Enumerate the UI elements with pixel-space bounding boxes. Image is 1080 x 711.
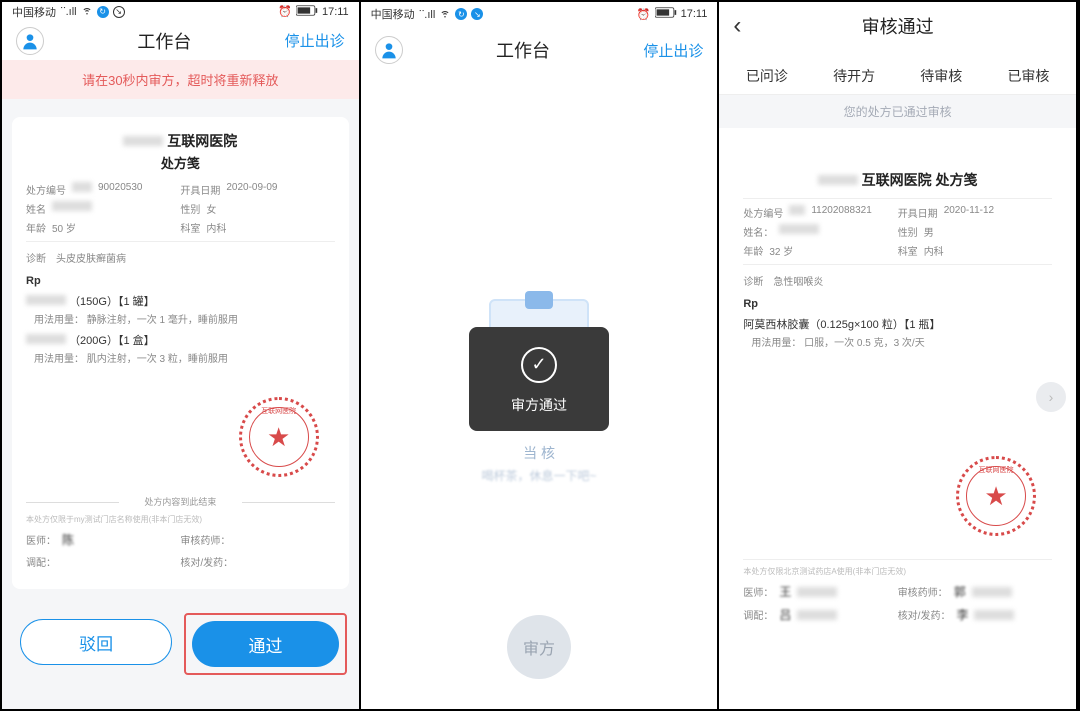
prescription-card: 互联网医院 处方笺 处方编号90020530 开具日期2020-09-09 姓名…	[12, 117, 349, 589]
review-fab[interactable]: 审方	[507, 615, 571, 679]
approve-highlight: 通过	[184, 613, 346, 675]
check-icon: ✓	[521, 347, 557, 383]
app-header: 工作台 停止出诊	[2, 21, 359, 60]
stop-duty-link[interactable]: 停止出诊	[643, 40, 703, 61]
carrier-label: 中国移动	[371, 6, 415, 22]
signal-icon: ᐝᐝ.ıll	[419, 8, 436, 21]
prescription-card: 互联网医院 处方笺 处方编号11202088321 开具日期2020-11-12…	[729, 156, 1066, 643]
screen-1-workbench: 中国移动 ᐝᐝ.ıll ↻ ↘ ⏰ 17:11 工作台 停止出诊 请在30秒内审…	[2, 2, 361, 709]
screen-2-toast: 中国移动 ᐝᐝ.ıll ↻ ↘ ⏰ 17:11 工作台 停止出诊	[361, 2, 720, 709]
avatar[interactable]	[375, 36, 403, 64]
rx-end-marker: 处方内容到此结束	[26, 495, 335, 508]
status-bar: 中国移动 ᐝᐝ.ıll ↻ ↘ ⏰ 17:11	[361, 2, 718, 26]
next-fab[interactable]: ›	[1036, 382, 1066, 412]
stop-duty-link[interactable]: 停止出诊	[285, 30, 345, 51]
empty-sub-1: 当 核	[523, 443, 555, 463]
app-header: ‹ 审核通过	[719, 2, 1076, 50]
status-indicator-1: ↻	[455, 8, 467, 20]
wifi-icon	[439, 7, 451, 22]
rx-hospital: 互联网医院 处方笺	[862, 172, 978, 188]
signal-icon: ᐝᐝ.ıll	[60, 5, 77, 18]
status-bar: 中国移动 ᐝᐝ.ıll ↻ ↘ ⏰ 17:11	[2, 2, 359, 21]
wifi-icon	[81, 4, 93, 19]
page-title: 工作台	[496, 37, 550, 63]
empty-sub-2: 喝杯茶，休息一下吧~	[482, 467, 597, 484]
battery-icon	[655, 7, 677, 21]
action-bar: 驳回 通过	[2, 589, 359, 709]
tab-reviewed[interactable]: 已审核	[985, 58, 1072, 94]
rp-label: Rp	[26, 275, 335, 287]
approve-button[interactable]: 通过	[192, 621, 338, 667]
battery-icon	[296, 5, 318, 19]
screen-3-approved: ‹ 审核通过 已问诊 待开方 待审核 已审核 您的处方已通过审核 互联网医院 处…	[719, 2, 1078, 709]
toast-text: 审方通过	[511, 395, 567, 415]
empty-state: 当 核 喝杯茶，休息一下吧~ ✓ 审方通过 审方	[361, 74, 718, 709]
status-indicator-2: ↘	[471, 8, 483, 20]
rp-label: Rp	[743, 298, 1052, 310]
tab-bar: 已问诊 待开方 待审核 已审核	[719, 50, 1076, 95]
approval-toast: ✓ 审方通过	[469, 327, 609, 431]
hospital-seal: ★ 互联网医院	[239, 397, 319, 477]
hospital-seal: ★ 互联网医院	[956, 456, 1036, 536]
tab-pending-review[interactable]: 待审核	[898, 58, 985, 94]
alarm-icon: ⏰	[637, 8, 651, 21]
time-label: 17:11	[322, 6, 349, 18]
tab-pending-rx[interactable]: 待开方	[811, 58, 898, 94]
page-title: 审核通过	[761, 13, 1034, 39]
avatar[interactable]	[16, 27, 44, 55]
reject-button[interactable]: 驳回	[20, 619, 172, 665]
time-label: 17:11	[681, 8, 708, 20]
status-indicator-1: ↻	[97, 6, 109, 18]
countdown-warning-banner: 请在30秒内审方，超时将重新释放	[2, 60, 359, 99]
alarm-icon: ⏰	[278, 5, 292, 18]
back-icon[interactable]: ‹	[733, 12, 761, 40]
carrier-label: 中国移动	[12, 4, 56, 20]
app-header: 工作台 停止出诊	[361, 26, 718, 74]
info-banner: 您的处方已通过审核	[719, 95, 1076, 128]
page-title: 工作台	[137, 28, 191, 54]
rx-title: 处方笺	[26, 153, 335, 172]
rx-hospital: 互联网医院	[167, 133, 237, 149]
status-indicator-2: ↘	[113, 6, 125, 18]
tab-consulted[interactable]: 已问诊	[723, 58, 810, 94]
